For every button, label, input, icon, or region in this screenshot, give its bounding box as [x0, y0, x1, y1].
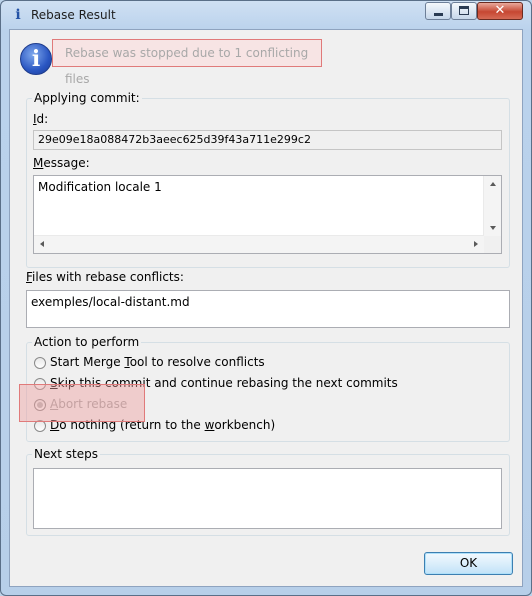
title-bar[interactable]: i Rebase Result ✕	[1, 1, 531, 29]
close-button[interactable]: ✕	[477, 2, 523, 20]
action-group-title: Action to perform	[32, 335, 142, 349]
maximize-button[interactable]	[451, 2, 477, 20]
info-icon: i	[20, 43, 52, 75]
applying-commit-title: Applying commit:	[32, 91, 142, 105]
maximize-icon	[459, 6, 469, 15]
radio-button[interactable]	[34, 357, 46, 369]
scroll-left-icon[interactable]	[40, 241, 44, 247]
window-title: Rebase Result	[31, 8, 116, 22]
commit-id-field[interactable]: 29e09e18a088472b3aeec625d39f43a711e299c2	[33, 130, 502, 150]
minimize-icon	[434, 13, 443, 16]
next-steps-field[interactable]	[33, 468, 502, 529]
message-label: Message:	[33, 156, 90, 170]
commit-message-text: Modification locale 1	[38, 180, 162, 194]
dialog-content: i Rebase was stopped due to 1 conflictin…	[9, 29, 523, 587]
id-label: Id:	[33, 112, 49, 126]
scroll-up-icon[interactable]	[490, 182, 496, 186]
ok-button[interactable]: OK	[424, 552, 513, 575]
scroll-right-icon[interactable]	[474, 241, 478, 247]
radio-label: Start Merge Tool to resolve conflicts	[50, 355, 265, 369]
conflicts-label: Files with rebase conflicts:	[26, 270, 184, 284]
close-icon: ✕	[494, 3, 506, 18]
conflict-file-item[interactable]: exemples/local-distant.md	[31, 295, 190, 309]
info-icon: i	[15, 7, 21, 23]
horizontal-scrollbar[interactable]	[34, 235, 484, 253]
next-steps-title: Next steps	[32, 447, 100, 461]
scroll-down-icon[interactable]	[490, 226, 496, 230]
commit-message-field[interactable]: Modification locale 1	[33, 175, 502, 254]
status-message: Rebase was stopped due to 1 conflicting …	[52, 39, 322, 86]
conflicts-list[interactable]: exemples/local-distant.md	[26, 290, 510, 328]
rebase-result-window: i Rebase Result ✕ i Rebase was stopped d…	[0, 0, 532, 596]
scroll-corner	[484, 236, 501, 253]
vertical-scrollbar[interactable]	[483, 176, 501, 236]
abort-highlight	[19, 384, 145, 422]
minimize-button[interactable]	[425, 2, 451, 20]
